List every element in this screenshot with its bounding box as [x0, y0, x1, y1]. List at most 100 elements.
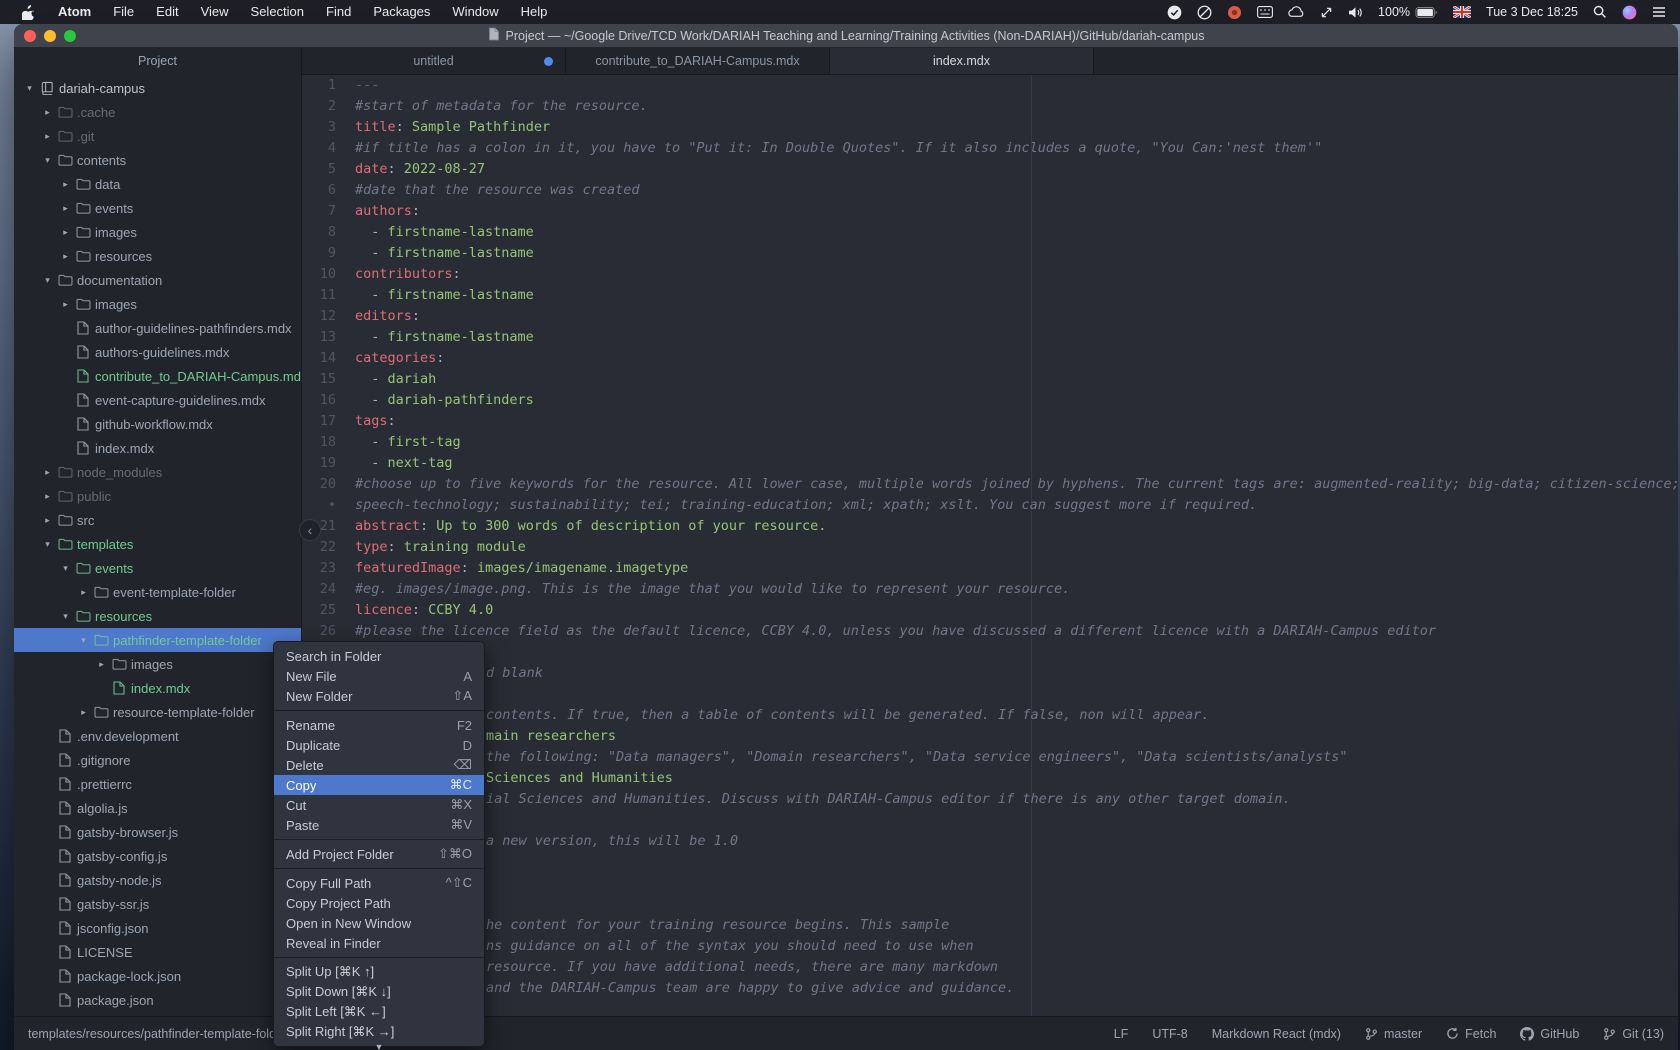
code-line[interactable]: 35	[302, 810, 1678, 831]
tree-item-license[interactable]: LICENSE	[14, 940, 301, 964]
code-line[interactable]: 13 - firstname-lastname	[302, 327, 1678, 348]
tree-item-resource-template-folder[interactable]: ▸resource-template-folder	[14, 700, 301, 724]
siri-icon[interactable]	[1622, 5, 1637, 20]
code-line[interactable]: 15 - dariah	[302, 369, 1678, 390]
status-current-path[interactable]: templates/resources/pathfinder-template-…	[28, 1027, 287, 1041]
zoom-button[interactable]	[64, 30, 76, 42]
code-line[interactable]: 5date: 2022-08-27	[302, 159, 1678, 180]
tree-item-gatsby-config-js[interactable]: gatsby-config.js	[14, 844, 301, 868]
code-line[interactable]: 29	[302, 684, 1678, 705]
tree-item-dariah-campus[interactable]: ▾dariah-campus	[14, 76, 301, 100]
code-line[interactable]: 34ial Sciences and Humanities. Discuss w…	[302, 789, 1678, 810]
tree-item-authors-guidelines-mdx[interactable]: authors-guidelines.mdx	[14, 340, 301, 364]
tree-item-prettierrc[interactable]: .prettierrc	[14, 772, 301, 796]
code-line[interactable]: 26#please the licence field as the defau…	[302, 621, 1678, 642]
minimize-button[interactable]	[44, 30, 56, 42]
tab-index-mdx[interactable]: index.mdx	[830, 48, 1094, 74]
code-line[interactable]: 3title: Sample Pathfinder	[302, 117, 1678, 138]
tree-item-jsconfig-json[interactable]: jsconfig.json	[14, 916, 301, 940]
tree-item-event-capture-guidelines-mdx[interactable]: event-capture-guidelines.mdx	[14, 388, 301, 412]
menu-item-copy[interactable]: Copy⌘C	[274, 775, 484, 795]
code-line[interactable]: 36a new version, this will be 1.0	[302, 831, 1678, 852]
menu-atom[interactable]: Atom	[47, 0, 102, 24]
menu-item-duplicate[interactable]: DuplicateD	[274, 735, 484, 755]
code-line[interactable]: 27	[302, 642, 1678, 663]
code-line[interactable]: 22type: training module	[302, 537, 1678, 558]
tree-item-images[interactable]: ▸images	[14, 652, 301, 676]
tree-item-contents[interactable]: ▾contents	[14, 148, 301, 172]
menu-file[interactable]: File	[102, 0, 145, 24]
tree-item-resources[interactable]: ▾resources	[14, 604, 301, 628]
code-line[interactable]: 38	[302, 873, 1678, 894]
status-github[interactable]: GitHub	[1520, 1027, 1579, 1041]
menu-item-copy-full-path[interactable]: Copy Full Path^⇧C	[274, 873, 484, 893]
menu-view[interactable]: View	[190, 0, 240, 24]
menu-find[interactable]: Find	[315, 0, 362, 24]
status-lf[interactable]: LF	[1114, 1027, 1129, 1041]
code-line[interactable]: 9 - firstname-lastname	[302, 243, 1678, 264]
tree-item-events[interactable]: ▸events	[14, 196, 301, 220]
code-line[interactable]: 31main researchers	[302, 726, 1678, 747]
volume-icon[interactable]	[1348, 6, 1363, 19]
check-circle-icon[interactable]	[1167, 5, 1182, 20]
tree-item-contribute-to-dariah-campus-mdx[interactable]: contribute_to_DARIAH-Campus.mdx	[14, 364, 301, 388]
menu-edit[interactable]: Edit	[145, 0, 189, 24]
code-line[interactable]: 32the following: "Data managers", "Domai…	[302, 747, 1678, 768]
tree-item-index-mdx[interactable]: index.mdx	[14, 676, 301, 700]
code-line[interactable]: 40he content for your training resource …	[302, 915, 1678, 936]
code-line[interactable]: 28d blank	[302, 663, 1678, 684]
code-line[interactable]: •speech-technology; sustainability; tei;…	[302, 495, 1678, 516]
menu-item-new-folder[interactable]: New Folder⇧A	[274, 686, 484, 706]
status-git-13[interactable]: Git (13)	[1603, 1027, 1664, 1041]
tree-item-templates[interactable]: ▾templates	[14, 532, 301, 556]
code-line[interactable]: 39	[302, 894, 1678, 915]
code-editor[interactable]: 1---2#start of metadata for the resource…	[302, 75, 1678, 1016]
red-app-icon[interactable]	[1227, 5, 1242, 20]
tree-item-gatsby-node-js[interactable]: gatsby-node.js	[14, 868, 301, 892]
code-line[interactable]: 19 - next-tag	[302, 453, 1678, 474]
code-line[interactable]: 18 - first-tag	[302, 432, 1678, 453]
menu-item-split-down-k[interactable]: Split Down [⌘K ↓]	[274, 982, 484, 1002]
menu-selection[interactable]: Selection	[240, 0, 315, 24]
code-line[interactable]: 33Sciences and Humanities	[302, 768, 1678, 789]
menu-help[interactable]: Help	[510, 0, 559, 24]
menu-item-paste[interactable]: Paste⌘V	[274, 815, 484, 835]
menu-item-copy-project-path[interactable]: Copy Project Path	[274, 893, 484, 913]
status-markdown-react-mdx[interactable]: Markdown React (mdx)	[1212, 1027, 1341, 1041]
menu-item-reveal-in-finder[interactable]: Reveal in Finder	[274, 933, 484, 953]
menu-bar-clock[interactable]: Tue 3 Dec 18:25	[1486, 5, 1578, 19]
status-master[interactable]: master	[1365, 1027, 1422, 1041]
tree-item-env-development[interactable]: .env.development	[14, 724, 301, 748]
code-line[interactable]: 7authors:	[302, 201, 1678, 222]
tree-view-toggle-button[interactable]: ‹	[299, 519, 321, 541]
tree-item-index-mdx[interactable]: index.mdx	[14, 436, 301, 460]
tree-item-github-workflow-mdx[interactable]: github-workflow.mdx	[14, 412, 301, 436]
status-fetch[interactable]: Fetch	[1446, 1027, 1496, 1041]
tree-item-node-modules[interactable]: ▸node_modules	[14, 460, 301, 484]
code-line[interactable]: 20#choose up to five keywords for the re…	[302, 474, 1678, 495]
code-line[interactable]: 16 - dariah-pathfinders	[302, 390, 1678, 411]
code-line[interactable]: 14categories:	[302, 348, 1678, 369]
menu-item-delete[interactable]: Delete⌫	[274, 755, 484, 775]
tree-item-author-guidelines-pathfinders-mdx[interactable]: author-guidelines-pathfinders.mdx	[14, 316, 301, 340]
code-line[interactable]: 1---	[302, 75, 1678, 96]
tree-item-cache[interactable]: ▸.cache	[14, 100, 301, 124]
tab-untitled[interactable]: untitled	[302, 48, 566, 74]
tree-item-pathfinder-template-folder[interactable]: ▾pathfinder-template-folder	[14, 628, 301, 652]
code-line[interactable]: 12editors:	[302, 306, 1678, 327]
code-line[interactable]: 43and the DARIAH-Campus team are happy t…	[302, 978, 1678, 999]
title-bar[interactable]: Project — ~/Google Drive/TCD Work/DARIAH…	[14, 24, 1678, 48]
code-line[interactable]: 21abstract: Up to 300 words of descripti…	[302, 516, 1678, 537]
menu-item-search-in-folder[interactable]: Search in Folder	[274, 646, 484, 666]
code-line[interactable]: 8 - firstname-lastname	[302, 222, 1678, 243]
tree-item-gitignore[interactable]: .gitignore	[14, 748, 301, 772]
tree-item-gatsby-browser-js[interactable]: gatsby-browser.js	[14, 820, 301, 844]
tree-item-documentation[interactable]: ▾documentation	[14, 268, 301, 292]
slash-circle-icon[interactable]	[1197, 5, 1212, 20]
code-line[interactable]: 25licence: CCBY 4.0	[302, 600, 1678, 621]
spotlight-icon[interactable]	[1593, 5, 1607, 19]
tree-item-events[interactable]: ▾events	[14, 556, 301, 580]
code-line[interactable]: 24#eg. images/image.png. This is the ima…	[302, 579, 1678, 600]
battery-icon[interactable]: 100%	[1378, 5, 1438, 19]
menu-item-open-in-new-window[interactable]: Open in New Window	[274, 913, 484, 933]
